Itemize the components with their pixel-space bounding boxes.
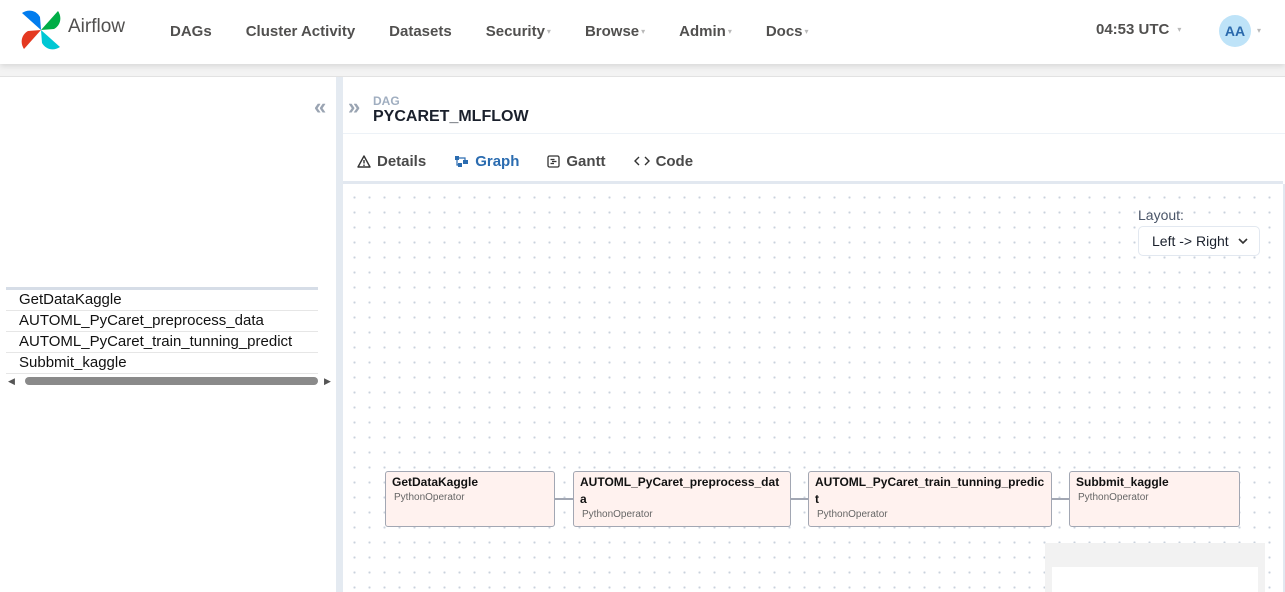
- nav-datasets-label: Datasets: [389, 22, 452, 40]
- graph-icon: [455, 155, 469, 167]
- collapse-grid-icon[interactable]: «: [314, 94, 326, 120]
- task-node-name: Subbmit_kaggle: [1076, 475, 1169, 489]
- dag-title[interactable]: PYCARET_MLFLOW: [373, 108, 529, 126]
- tab-graph[interactable]: Graph: [440, 140, 534, 184]
- scroll-right-icon[interactable]: ▶: [324, 376, 331, 386]
- list-item[interactable]: GetDataKaggle: [6, 290, 318, 311]
- graph-edge: [555, 498, 574, 500]
- task-node-operator: PythonOperator: [394, 492, 465, 503]
- nav-docs-label: Docs: [765, 22, 803, 40]
- task-node-operator: PythonOperator: [582, 509, 653, 520]
- nav-cluster-activity[interactable]: Cluster Activity: [246, 23, 355, 40]
- nav-security-label: Security: [485, 22, 545, 40]
- tab-details[interactable]: Details: [343, 140, 440, 184]
- task-node-name: AUTOML_PyCaret_preprocess_data: [580, 475, 780, 506]
- nav-subbar: [0, 64, 1285, 77]
- nav-admin-label: Admin: [679, 22, 726, 40]
- nav-security[interactable]: Security ▾: [486, 23, 551, 40]
- task-node-operator: PythonOperator: [1078, 492, 1149, 503]
- chevron-down-icon: ▾: [804, 26, 809, 36]
- tab-code[interactable]: Code: [620, 140, 708, 184]
- layout-label: Layout:: [1138, 207, 1184, 223]
- chevron-down-icon: ▾: [546, 26, 551, 36]
- graph-edge: [790, 498, 809, 500]
- timezone-clock[interactable]: 04:53 UTC ▾: [1096, 21, 1181, 38]
- gantt-icon: [547, 154, 561, 168]
- user-avatar[interactable]: AA: [1219, 15, 1251, 47]
- graph-edge: [1051, 498, 1070, 500]
- list-item[interactable]: Subbmit_kaggle: [6, 353, 318, 374]
- nav-browse-label: Browse: [584, 22, 640, 40]
- brand-name: Airflow: [68, 16, 126, 37]
- nav-admin[interactable]: Admin ▾: [679, 23, 732, 40]
- chevron-down-icon: ▾: [641, 26, 646, 36]
- top-navbar: Airflow DAGs Cluster Activity Datasets S…: [0, 0, 1285, 64]
- nav-dags-label: DAGs: [170, 22, 212, 40]
- task-node[interactable]: AUTOML_PyCaret_preprocess_data PythonOpe…: [573, 471, 791, 527]
- warning-triangle-icon: [357, 154, 371, 168]
- airflow-brand[interactable]: Airflow: [18, 6, 125, 54]
- list-item[interactable]: AUTOML_PyCaret_preprocess_data: [6, 311, 318, 332]
- chevron-down-icon[interactable]: ▾: [1257, 26, 1261, 35]
- tab-graph-label: Graph: [475, 152, 520, 170]
- scroll-left-icon[interactable]: ◀: [8, 376, 15, 386]
- list-item[interactable]: AUTOML_PyCaret_train_tunning_predict: [6, 332, 318, 353]
- nav-cluster-activity-label: Cluster Activity: [245, 22, 356, 40]
- airflow-logo-icon: [21, 10, 61, 50]
- chevron-down-icon: [1238, 238, 1248, 245]
- tab-code-label: Code: [655, 152, 694, 170]
- task-node-operator: PythonOperator: [817, 509, 888, 520]
- tab-gantt[interactable]: Gantt: [533, 140, 619, 184]
- task-list: GetDataKaggle AUTOML_PyCaret_preprocess_…: [6, 287, 318, 374]
- chevron-down-icon: ▾: [727, 26, 732, 36]
- main-nav: DAGs Cluster Activity Datasets Security ▾…: [170, 0, 843, 62]
- code-icon: [633, 156, 650, 166]
- nav-dags[interactable]: DAGs: [170, 23, 212, 40]
- layout-select[interactable]: Left -> Right: [1138, 226, 1260, 256]
- expand-details-icon[interactable]: »: [348, 94, 360, 120]
- nav-browse[interactable]: Browse ▾: [585, 23, 645, 40]
- task-node[interactable]: GetDataKaggle PythonOperator: [385, 471, 555, 527]
- layout-select-value: Left -> Right: [1152, 233, 1229, 249]
- horizontal-scrollbar[interactable]: ◀ ▶: [8, 376, 334, 386]
- tab-gantt-label: Gantt: [566, 152, 606, 170]
- task-node[interactable]: AUTOML_PyCaret_train_tunning_predict Pyt…: [808, 471, 1052, 527]
- task-node-name: AUTOML_PyCaret_train_tunning_predict: [815, 475, 1045, 506]
- scrollbar-thumb[interactable]: [25, 377, 318, 385]
- dag-label: DAG: [373, 94, 400, 108]
- nav-datasets[interactable]: Datasets: [389, 23, 452, 40]
- minimap-viewport[interactable]: [1052, 567, 1258, 592]
- details-tabs: Details Graph Gantt Code: [343, 140, 707, 184]
- tab-details-label: Details: [377, 152, 427, 170]
- divider: [343, 133, 1285, 134]
- task-node[interactable]: Subbmit_kaggle PythonOperator: [1069, 471, 1240, 527]
- panel-resize-handle[interactable]: [336, 77, 343, 592]
- clock-time: 04:53 UTC: [1096, 21, 1170, 38]
- nav-docs[interactable]: Docs ▾: [766, 23, 809, 40]
- chevron-down-icon: ▾: [1177, 25, 1182, 34]
- task-node-name: GetDataKaggle: [392, 475, 479, 489]
